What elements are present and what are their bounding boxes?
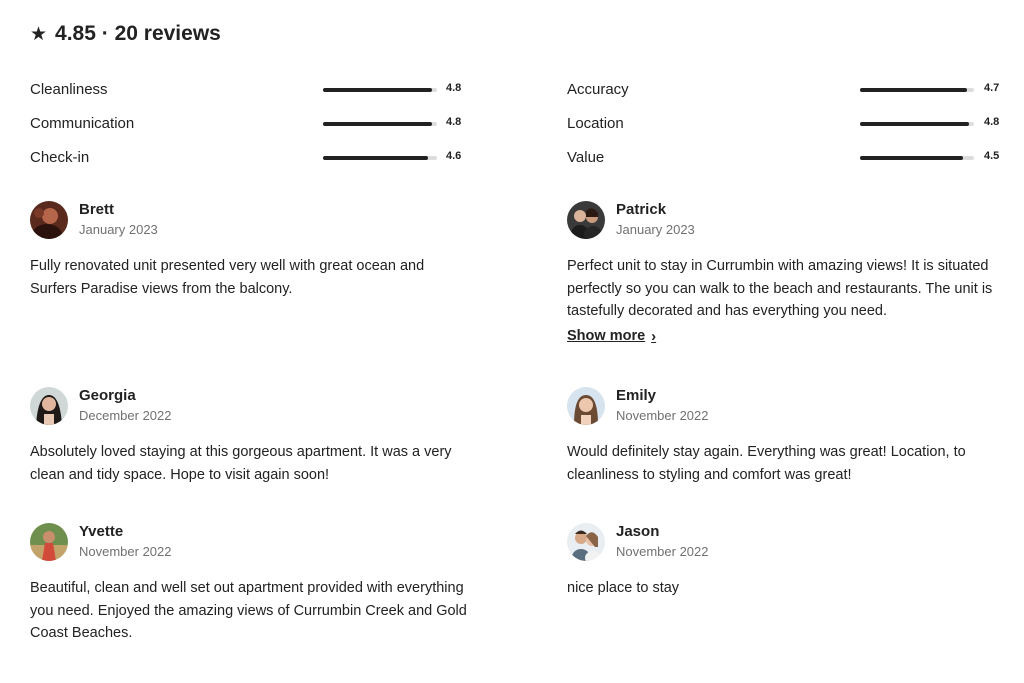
review-date: January 2023	[79, 222, 158, 237]
review-brett: Brett January 2023 Fully renovated unit …	[30, 201, 470, 300]
reviewer-name: Jason	[616, 523, 660, 540]
rating-summary: ★ 4.85 · 20 reviews	[30, 22, 221, 46]
category-score: 4.8	[984, 116, 1000, 128]
category-bar-fill	[860, 88, 968, 92]
category-bar	[860, 156, 974, 160]
avatar[interactable]	[30, 201, 68, 239]
show-more-label: Show more	[567, 328, 646, 344]
category-score: 4.8	[446, 82, 462, 94]
category-score: 4.7	[984, 82, 1000, 94]
review-text: Fully renovated unit presented very well…	[30, 258, 425, 297]
reviewer-name: Georgia	[79, 387, 136, 404]
category-label: Location	[567, 115, 624, 132]
category-bar-fill	[860, 122, 970, 126]
avatar[interactable]	[30, 523, 68, 561]
category-bar-fill	[323, 156, 428, 160]
reviewer-name: Emily	[616, 387, 657, 404]
reviewer-name: Yvette	[79, 523, 124, 540]
category-accuracy: Accuracy 4.7	[567, 78, 1007, 102]
category-bar	[860, 122, 974, 126]
star-icon: ★	[30, 23, 48, 45]
review-date: January 2023	[616, 222, 695, 237]
review-text: Absolutely loved staying at this gorgeou…	[30, 444, 452, 483]
category-bar-fill	[323, 122, 433, 126]
avatar[interactable]	[567, 523, 605, 561]
category-bar-fill	[323, 88, 433, 92]
category-score: 4.5	[984, 150, 1000, 162]
reviewer-name: Patrick	[616, 201, 667, 218]
review-text: Beautiful, clean and well set out apartm…	[30, 580, 467, 641]
category-label: Check-in	[30, 149, 90, 166]
category-value: Value 4.5	[567, 146, 1007, 170]
rating-summary-text: 4.85 · 20 reviews	[55, 22, 221, 45]
review-text: Perfect unit to stay in Currumbin with a…	[567, 258, 993, 319]
review-date: November 2022	[616, 544, 709, 559]
review-text: nice place to stay	[567, 580, 680, 596]
avatar[interactable]	[30, 387, 68, 425]
category-bar	[323, 156, 437, 160]
category-bar	[860, 88, 974, 92]
avatar[interactable]	[567, 387, 605, 425]
review-text: Would definitely stay again. Everything …	[567, 444, 966, 483]
review-emily: Emily November 2022 Would definitely sta…	[567, 387, 1003, 486]
review-date: November 2022	[79, 544, 172, 559]
category-label: Value	[567, 149, 605, 166]
category-score: 4.8	[446, 116, 462, 128]
review-date: December 2022	[79, 408, 172, 423]
chevron-right-icon: ›	[651, 327, 657, 345]
reviewer-name: Brett	[79, 201, 115, 218]
category-location: Location 4.8	[567, 112, 1007, 136]
category-score: 4.6	[446, 150, 462, 162]
category-bar-fill	[860, 156, 963, 160]
review-patrick: Patrick January 2023 Perfect unit to sta…	[567, 201, 1003, 345]
show-more-button[interactable]: Show more ›	[567, 328, 656, 345]
category-label: Cleanliness	[30, 81, 108, 98]
category-communication: Communication 4.8	[30, 112, 470, 136]
review-date: November 2022	[616, 408, 709, 423]
review-jason: Jason November 2022 nice place to stay	[567, 523, 1003, 600]
review-georgia: Georgia December 2022 Absolutely loved s…	[30, 387, 470, 486]
category-check-in: Check-in 4.6	[30, 146, 470, 170]
category-bar	[323, 88, 437, 92]
avatar[interactable]	[567, 201, 605, 239]
category-cleanliness: Cleanliness 4.8	[30, 78, 470, 102]
category-bar	[323, 122, 437, 126]
category-label: Accuracy	[567, 81, 629, 98]
review-yvette: Yvette November 2022 Beautiful, clean an…	[30, 523, 470, 645]
category-label: Communication	[30, 115, 135, 132]
